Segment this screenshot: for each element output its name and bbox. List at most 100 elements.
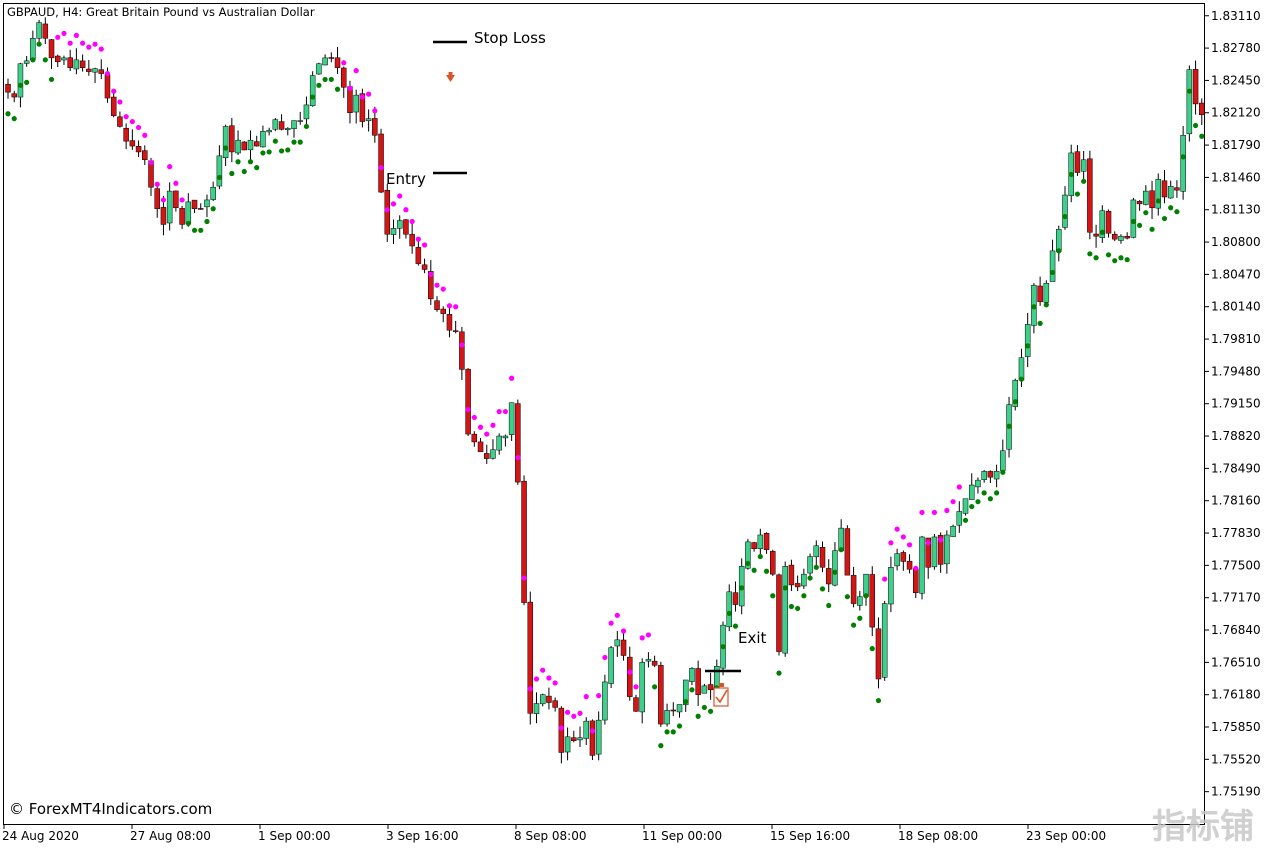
x-tick-label: 3 Sep 16:00 — [386, 829, 458, 843]
candle-body — [365, 118, 372, 122]
candle-body — [1186, 69, 1193, 135]
y-tick-label: 1.78820 — [1211, 429, 1261, 443]
candle-body — [110, 96, 117, 116]
candle-body — [1049, 250, 1056, 282]
psar-dot-above — [956, 484, 962, 490]
psar-dot-below — [739, 585, 745, 591]
candle-body — [1192, 69, 1199, 105]
psar-dot-below — [36, 41, 42, 47]
psar-dot-above — [608, 620, 614, 626]
psar-dot-below — [1192, 122, 1199, 129]
candle-body — [471, 433, 478, 443]
candle-body — [477, 441, 484, 452]
candle-body — [372, 118, 378, 136]
psar-dot-above — [453, 304, 459, 310]
candle-body — [627, 656, 633, 697]
candle-body — [378, 133, 384, 193]
candle-body — [260, 131, 266, 148]
psar-dot-below — [1056, 248, 1062, 254]
y-tick-label: 1.79480 — [1211, 364, 1261, 378]
psar-dot-above — [111, 88, 117, 94]
psar-dot-above — [123, 114, 129, 120]
psar-dot-below — [1118, 255, 1124, 261]
y-tick-label: 1.80800 — [1211, 235, 1261, 249]
candle-body — [334, 57, 341, 68]
candle-body — [272, 119, 279, 130]
psar-dot-below — [745, 560, 751, 567]
y-tick-label: 1.77500 — [1211, 558, 1261, 572]
candle-body — [658, 665, 664, 725]
candle-body — [61, 57, 67, 61]
candle-body — [42, 23, 49, 39]
candle-body — [993, 471, 1000, 480]
psar-dot-below — [664, 729, 670, 735]
candle-body — [316, 63, 322, 75]
candle-body — [322, 57, 328, 66]
psar-dot-below — [994, 490, 1000, 496]
psar-dot-below — [1180, 154, 1186, 160]
candle-body — [1105, 210, 1112, 234]
psar-dot-below — [1087, 251, 1093, 257]
psar-dot-below — [658, 743, 664, 749]
psar-dot-above — [496, 408, 502, 415]
psar-dot-above — [602, 654, 608, 661]
y-tick-label: 1.77830 — [1211, 526, 1261, 540]
psar-dot-below — [1099, 229, 1105, 235]
candle-body — [900, 552, 907, 562]
psar-dot-below — [191, 227, 198, 233]
candle-body — [763, 533, 770, 550]
psar-dot-below — [1155, 198, 1161, 204]
candle-body — [583, 720, 589, 739]
candle-body — [620, 639, 627, 656]
psar-dot-above — [589, 728, 596, 734]
candle-body — [104, 74, 111, 99]
candle-body — [123, 127, 129, 142]
psar-dot-below — [334, 86, 341, 92]
psar-dot-above — [341, 60, 347, 66]
candle-body — [1149, 190, 1155, 209]
candle-body — [770, 551, 776, 575]
candle-body — [844, 528, 851, 576]
x-tick-label: 27 Aug 08:00 — [130, 829, 211, 843]
candle-body — [446, 314, 453, 331]
psar-dot-below — [1012, 399, 1018, 405]
candle-body — [906, 560, 913, 570]
psar-dot-below — [254, 165, 260, 171]
candle-body — [913, 568, 919, 594]
psar-dot-below — [850, 622, 857, 628]
psar-dot-above — [446, 303, 453, 309]
y-tick-label: 1.76510 — [1211, 655, 1261, 669]
candle-body — [452, 330, 459, 332]
candle-body — [303, 104, 310, 120]
psar-dot-above — [533, 676, 540, 682]
psar-dot-below — [48, 76, 55, 83]
psar-dot-below — [751, 567, 757, 573]
psar-dot-above — [596, 693, 602, 699]
psar-dot-below — [17, 82, 24, 88]
candle-body — [117, 116, 123, 127]
x-tick-label: 15 Sep 16:00 — [770, 829, 850, 843]
chart-svg: 1.83110 1.82780 1.82450 1.82120 1.81790 1.814… — [2, 3, 1261, 847]
candle-body — [645, 659, 652, 662]
candle-body — [508, 402, 515, 435]
candle-body — [1087, 158, 1093, 233]
candle-body — [459, 331, 465, 370]
candle-body — [17, 63, 24, 98]
candle-body — [142, 150, 148, 161]
candle-body — [701, 685, 708, 694]
candle-body — [415, 247, 422, 264]
psar-dot-below — [788, 603, 795, 610]
psar-dot-below — [670, 729, 676, 735]
candle-body — [595, 719, 602, 755]
y-tick-label: 1.83110 — [1211, 9, 1261, 23]
psar-dot-above — [527, 686, 533, 692]
candle-body — [564, 736, 571, 753]
x-tick-label: 23 Sep 00:00 — [1026, 829, 1106, 843]
psar-dot-above — [477, 424, 484, 430]
candle-body — [751, 542, 757, 549]
candle-body — [546, 695, 552, 703]
psar-dot-below — [1018, 376, 1025, 382]
chart-header: GBPAUD, H4: Great Britain Pound vs Austr… — [7, 5, 315, 19]
candle-body — [229, 125, 235, 153]
x-tick-label: 18 Sep 08:00 — [898, 829, 978, 843]
